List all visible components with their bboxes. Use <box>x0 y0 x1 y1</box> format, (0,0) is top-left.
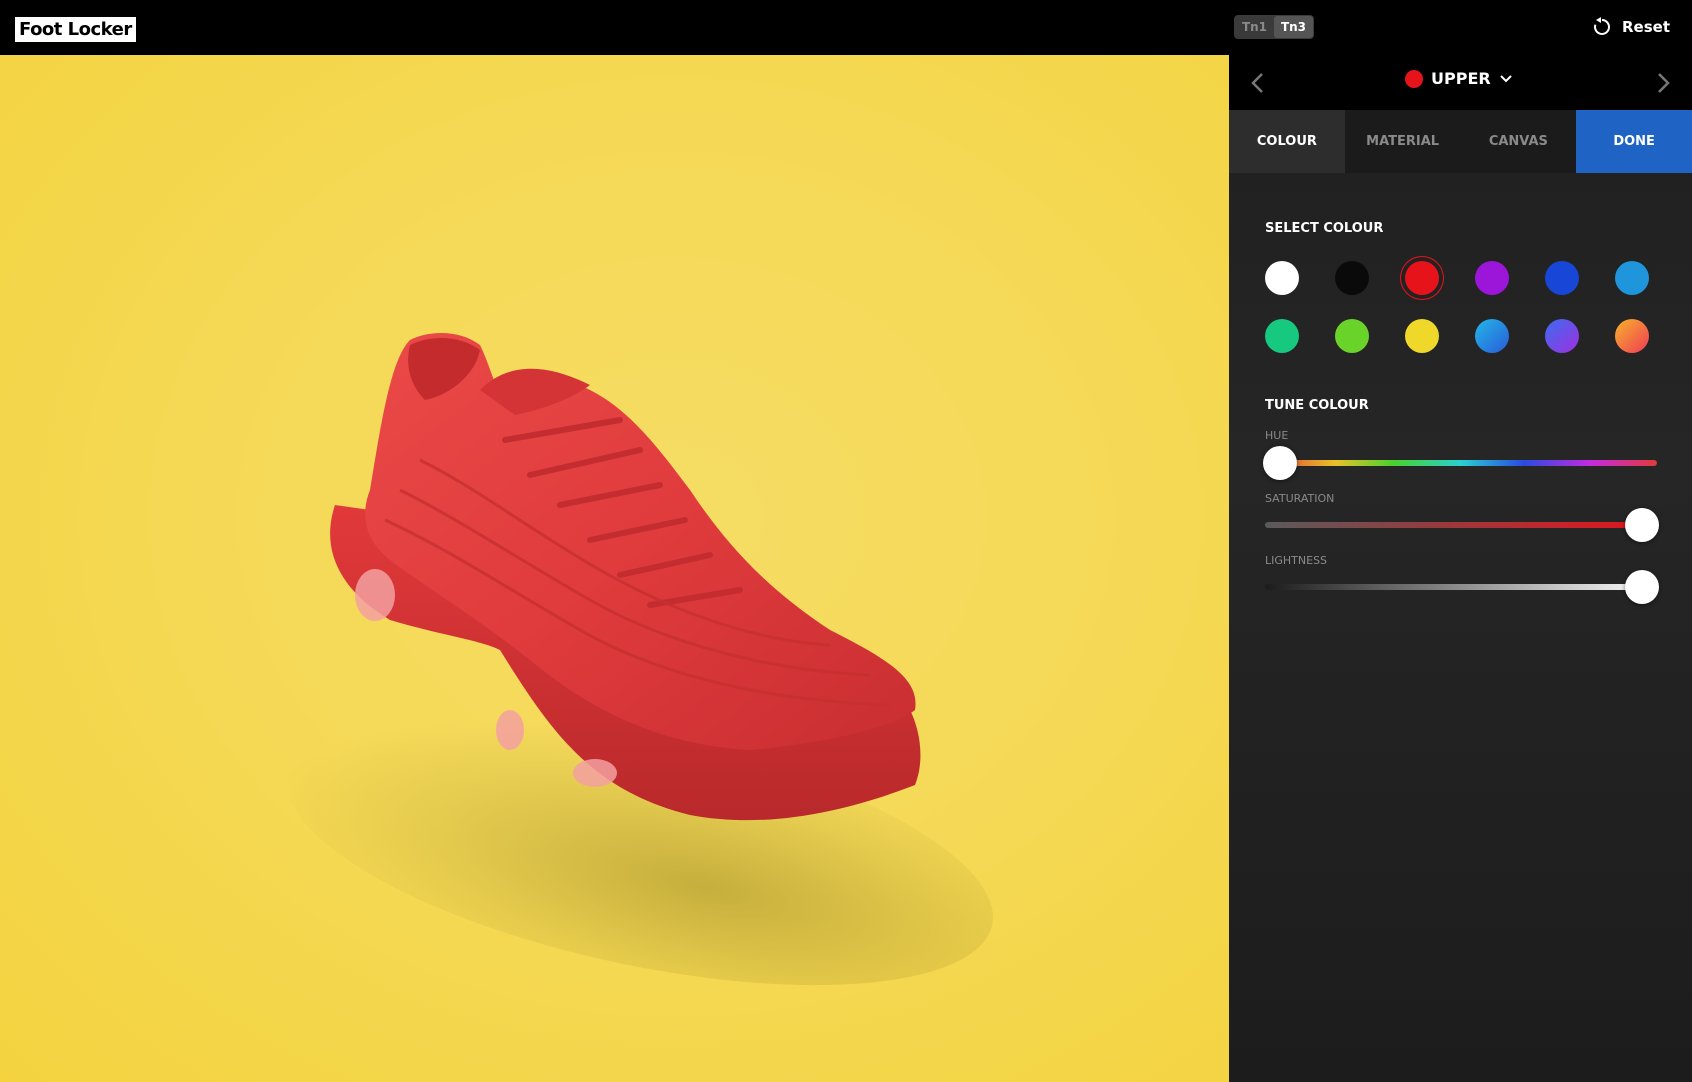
lightness-label: LIGHTNESS <box>1265 554 1328 567</box>
tab-material[interactable]: MATERIAL <box>1345 110 1461 173</box>
saturation-label: SATURATION <box>1265 492 1335 505</box>
tab-canvas[interactable]: CANVAS <box>1461 110 1577 173</box>
tab-colour[interactable]: COLOUR <box>1229 110 1345 173</box>
customizer-tabs: COLOUR MATERIAL CANVAS DONE <box>1229 110 1692 173</box>
chevron-down-icon <box>1499 74 1512 82</box>
part-color-dot <box>1405 69 1423 88</box>
swatch-black[interactable] <box>1335 261 1369 295</box>
hue-slider-thumb[interactable] <box>1263 446 1297 480</box>
shoe-3d-viewer[interactable] <box>0 55 1229 1082</box>
chevron-right-icon[interactable] <box>1648 68 1678 98</box>
reset-icon <box>1594 17 1610 35</box>
model-tn1-button[interactable]: Tn1 <box>1235 16 1274 38</box>
saturation-slider-thumb[interactable] <box>1625 508 1659 542</box>
swatch-sky-blue[interactable] <box>1615 261 1649 295</box>
select-colour-title: SELECT COLOUR <box>1265 221 1384 236</box>
swatch-green[interactable] <box>1265 319 1299 353</box>
swatch-blue[interactable] <box>1545 261 1579 295</box>
saturation-slider-track[interactable] <box>1265 522 1657 528</box>
part-selector-bar: UPPER <box>1229 55 1692 110</box>
lightness-slider-thumb[interactable] <box>1625 570 1659 604</box>
chevron-left-icon[interactable] <box>1243 68 1273 98</box>
reset-button[interactable]: Reset <box>1592 17 1670 37</box>
hue-label: HUE <box>1265 429 1289 442</box>
swatch-purple[interactable] <box>1475 261 1509 295</box>
customizer-panel: UPPER COLOUR MATERIAL CANVAS DONE SELECT… <box>1229 55 1692 1082</box>
colour-swatch-grid <box>1265 261 1665 353</box>
lightness-slider-track[interactable] <box>1265 584 1657 590</box>
foot-locker-logo[interactable]: Foot Locker <box>15 17 136 42</box>
swatch-red[interactable] <box>1405 261 1439 295</box>
swatch-lime[interactable] <box>1335 319 1369 353</box>
tune-colour-title: TUNE COLOUR <box>1265 398 1369 413</box>
hue-slider-track[interactable] <box>1265 460 1657 466</box>
model-tn3-button[interactable]: Tn3 <box>1274 16 1313 38</box>
top-bar: Foot Locker Tn1 Tn3 Reset <box>0 0 1692 55</box>
part-dropdown[interactable]: UPPER <box>1405 69 1513 88</box>
model-toggle: Tn1 Tn3 <box>1234 15 1314 39</box>
done-button[interactable]: DONE <box>1576 110 1692 173</box>
part-label: UPPER <box>1431 69 1491 88</box>
swatch-white[interactable] <box>1265 261 1299 295</box>
swatch-yellow[interactable] <box>1405 319 1439 353</box>
swatch-blue-gradient[interactable] <box>1475 319 1509 353</box>
reset-label: Reset <box>1622 18 1670 36</box>
swatch-purple-gradient[interactable] <box>1545 319 1579 353</box>
shoe-model[interactable] <box>330 290 1030 890</box>
swatch-orange-gradient[interactable] <box>1615 319 1649 353</box>
